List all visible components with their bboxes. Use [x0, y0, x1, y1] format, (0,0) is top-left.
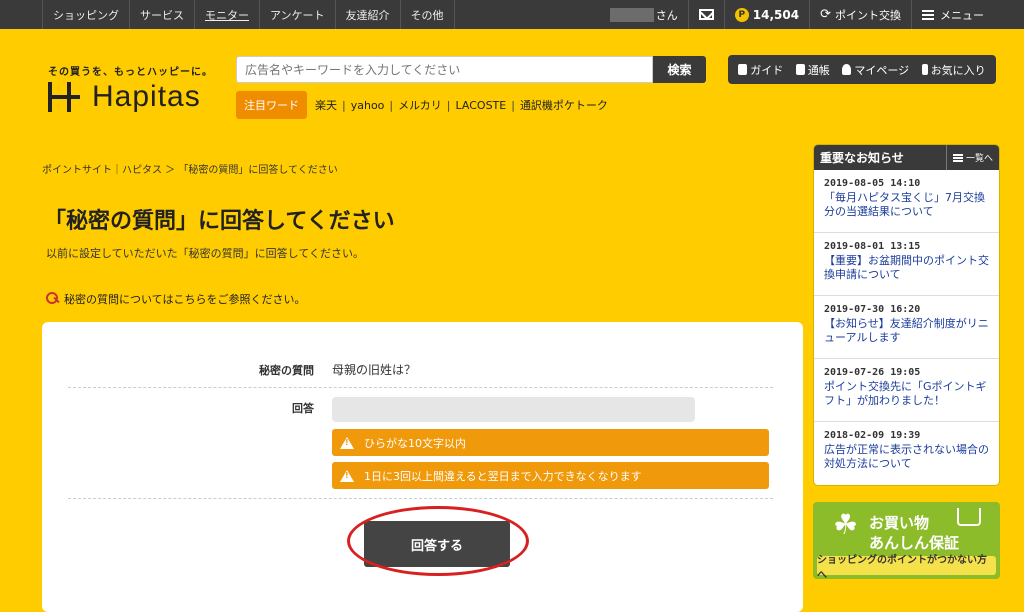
answer-form-card: 秘密の質問 母親の旧姓は？ 回答 ひらがな10文字以内 1日に3回以上間違えると…	[42, 322, 803, 612]
nav-shopping[interactable]: ショッピング	[42, 0, 129, 29]
news-item[interactable]: 2019-08-01 13:15 【重要】お盆期間中のポイント交換申請について	[814, 233, 999, 296]
site-logo[interactable]: Hapitas	[46, 80, 201, 114]
answer-input[interactable]	[332, 397, 695, 422]
top-navigation-bar: ショッピング サービス モニター アンケート 友達紹介 その他 さん P 14,…	[0, 0, 1024, 29]
banner-line1: お買い物	[869, 514, 930, 532]
person-icon	[842, 64, 852, 75]
cart-icon	[957, 508, 981, 526]
mail-button[interactable]	[687, 0, 724, 29]
hot-word-link[interactable]: yahoo	[351, 99, 385, 112]
search-button[interactable]: 検索	[653, 56, 706, 83]
nav-invite[interactable]: 友達紹介	[334, 0, 400, 29]
shopping-guarantee-banner[interactable]: ☘ お買い物 あんしん保証 ショッピングのポイントがつかない方へ	[813, 502, 1000, 581]
important-news-panel: 重要なお知らせ 一覧へ 2019-08-05 14:10 「毎月ハピタス宝くじ」…	[813, 144, 1000, 486]
user-name[interactable]: さん	[600, 0, 688, 29]
news-item[interactable]: 2019-07-26 19:05 ポイント交換先に「Gポイントギフト」が加わりま…	[814, 359, 999, 422]
hot-words-label: 注目ワード	[236, 91, 307, 119]
news-title: 重要なお知らせ	[820, 151, 904, 165]
news-link[interactable]: ポイント交換先に「Gポイントギフト」が加わりました！	[824, 380, 991, 408]
divider	[68, 498, 773, 499]
breadcrumb[interactable]: ポイントサイト｜ハピタス ＞ 「秘密の質問」に回答してください	[42, 161, 338, 176]
mail-icon	[698, 9, 714, 20]
warning-text: 1日に3回以上間違えると翌日まで入力できなくなります	[364, 469, 642, 483]
news-link[interactable]: 広告が正常に表示されない場合の対処方法について	[824, 443, 991, 471]
hot-word-link[interactable]: 通訳機ポケトーク	[520, 97, 608, 113]
warning-hiragana-limit: ひらがな10文字以内	[332, 429, 769, 456]
mypage-link[interactable]: マイページ	[842, 62, 909, 78]
exchange-button[interactable]: ⟳ ポイント交換	[809, 0, 911, 29]
news-item[interactable]: 2018-02-09 19:39 広告が正常に表示されない場合の対処方法について	[814, 422, 999, 485]
warning-icon	[340, 469, 354, 482]
page-lead: 以前に設定していただいた「秘密の質問」に回答してください。	[46, 247, 365, 260]
news-item[interactable]: 2019-07-30 16:20 【お知らせ】友達紹介制度がリニューアルします	[814, 296, 999, 359]
news-date: 2019-07-30 16:20	[824, 304, 921, 315]
clip-icon	[921, 64, 928, 75]
user-suffix: さん	[655, 8, 678, 22]
secret-question-help-link[interactable]: 秘密の質問についてはこちらをご参照ください。	[46, 291, 305, 307]
search-bar: 検索	[236, 56, 706, 83]
news-date: 2019-07-26 19:05	[824, 367, 921, 378]
nav-survey[interactable]: アンケート	[259, 0, 335, 29]
news-date: 2019-08-05 14:10	[824, 178, 921, 189]
hot-word-link[interactable]: 楽天	[315, 97, 337, 113]
nav-monitor[interactable]: モニター	[194, 0, 259, 29]
banner-sub: ショッピングのポイントがつかない方へ	[817, 555, 996, 581]
masked-username	[609, 7, 654, 22]
refresh-icon: ⟳	[820, 7, 831, 22]
news-date: 2019-08-01 13:15	[824, 241, 921, 252]
tagline: その買うを、もっとハッピーに。	[48, 67, 213, 78]
news-link[interactable]: 「毎月ハピタス宝くじ」7月交換分の当選結果について	[824, 191, 991, 219]
list-icon	[952, 153, 963, 162]
warning-attempt-limit: 1日に3回以上間違えると翌日まで入力できなくなります	[332, 462, 769, 489]
warning-text: ひらがな10文字以内	[364, 436, 466, 450]
favorites-link[interactable]: お気に入り	[921, 62, 986, 78]
warning-icon	[340, 436, 354, 449]
top-nav-links: ショッピング サービス モニター アンケート 友達紹介 その他	[42, 0, 455, 29]
help-link-text: 秘密の質問についてはこちらをご参照ください。	[64, 293, 306, 306]
user-nav: ガイド 通帳 マイページ お気に入り	[728, 55, 996, 84]
point-coin-icon: P	[734, 7, 749, 22]
book-icon	[738, 64, 748, 75]
points-value: 14,504	[752, 7, 800, 22]
nav-service[interactable]: サービス	[129, 0, 194, 29]
news-header: 重要なお知らせ 一覧へ	[814, 145, 999, 170]
question-row: 秘密の質問 母親の旧姓は？	[68, 352, 773, 388]
menu-button[interactable]: メニュー	[911, 0, 1024, 29]
hot-word-link[interactable]: LACOSTE	[456, 99, 507, 112]
news-date: 2018-02-09 19:39	[824, 430, 921, 441]
highlight-annotation	[347, 506, 529, 576]
search-input[interactable]	[236, 56, 653, 83]
exchange-label: ポイント交換	[835, 8, 901, 22]
answer-label: 回答	[292, 402, 314, 415]
nav-other[interactable]: その他	[399, 0, 455, 29]
news-link[interactable]: 【お知らせ】友達紹介制度がリニューアルします	[824, 317, 991, 345]
guide-link[interactable]: ガイド	[738, 62, 783, 78]
logo-mark-icon	[46, 80, 82, 114]
clover-icon: ☘	[833, 508, 859, 541]
hot-word-link[interactable]: メルカリ	[398, 97, 442, 113]
menu-label: メニュー	[940, 8, 984, 22]
question-label: 秘密の質問	[259, 364, 314, 377]
passbook-link[interactable]: 通帳	[795, 62, 830, 78]
logo-text: Hapitas	[92, 80, 201, 113]
question-value: 母親の旧姓は？	[332, 363, 417, 377]
news-link[interactable]: 【重要】お盆期間中のポイント交換申請について	[824, 254, 991, 282]
hamburger-icon	[922, 9, 934, 20]
news-all-link[interactable]: 一覧へ	[945, 145, 993, 170]
passbook-icon	[795, 64, 805, 75]
top-nav-right: さん P 14,504 ⟳ ポイント交換 メニュー	[600, 0, 1024, 29]
points-display[interactable]: P 14,504	[723, 0, 809, 29]
news-item[interactable]: 2019-08-05 14:10 「毎月ハピタス宝くじ」7月交換分の当選結果につ…	[814, 170, 999, 233]
hot-words: 注目ワード 楽天 | yahoo | メルカリ | LACOSTE | 通訳機ポケトーク	[236, 91, 608, 119]
page-title: 「秘密の質問」に回答してください	[44, 209, 395, 234]
key-icon	[46, 292, 60, 306]
